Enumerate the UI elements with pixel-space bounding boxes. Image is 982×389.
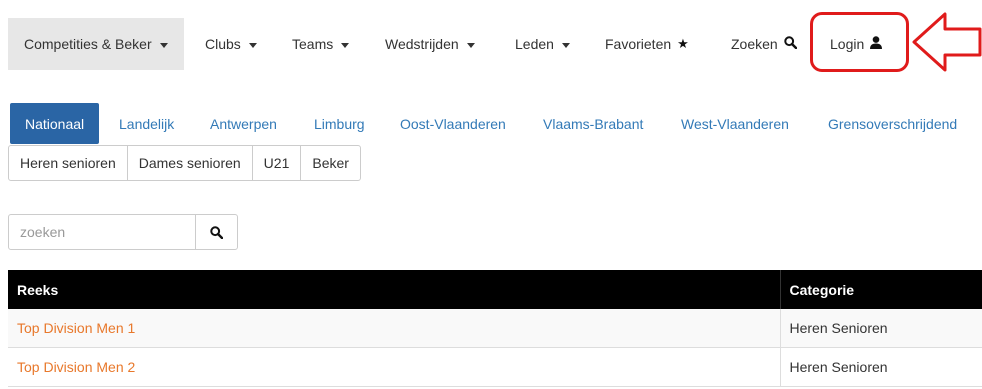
- search-button[interactable]: [195, 214, 238, 250]
- table-cell-reeks: Top Division Men 1: [8, 309, 780, 348]
- nav-label: Competities & Beker: [24, 36, 152, 52]
- login-highlight-box: [810, 12, 909, 72]
- search-icon: [210, 225, 223, 239]
- search-icon: [784, 36, 797, 52]
- top-navbar: Competities & Beker Clubs Teams Wedstrij…: [0, 0, 982, 90]
- nav-favorieten[interactable]: Favorieten ★: [605, 18, 689, 70]
- nav-label: Wedstrijden: [385, 36, 459, 52]
- caret-down-icon: [248, 42, 257, 48]
- star-icon: ★: [677, 36, 689, 51]
- region-tab-antwerpen[interactable]: Antwerpen: [210, 103, 277, 144]
- table-header-row: Reeks Categorie: [8, 270, 982, 309]
- caret-down-icon: [159, 42, 168, 48]
- region-label: West-Vlaanderen: [681, 115, 789, 132]
- category-heren-senioren-button[interactable]: Heren senioren: [8, 145, 128, 181]
- series-table: Reeks Categorie Top Division Men 1 Heren…: [8, 270, 982, 387]
- region-label: Nationaal: [25, 115, 85, 132]
- region-tab-west-vlaanderen[interactable]: West-Vlaanderen: [681, 103, 789, 144]
- nav-label: Favorieten: [605, 36, 672, 52]
- table-row: Top Division Men 1 Heren Senioren: [8, 309, 982, 348]
- caret-down-icon: [561, 42, 570, 48]
- pointer-arrow-icon: [912, 12, 982, 72]
- column-header-reeks[interactable]: Reeks: [8, 270, 780, 309]
- nav-leden[interactable]: Leden: [515, 18, 570, 70]
- region-label: Vlaams-Brabant: [543, 115, 644, 132]
- region-label: Landelijk: [119, 115, 175, 132]
- caret-down-icon: [341, 42, 350, 48]
- region-tab-oost-vlaanderen[interactable]: Oost-Vlaanderen: [400, 103, 506, 144]
- region-label: Antwerpen: [210, 115, 277, 132]
- category-dames-senioren-button[interactable]: Dames senioren: [126, 145, 253, 181]
- nav-label: Teams: [292, 36, 334, 52]
- table-cell-reeks: Top Division Men 2: [8, 347, 780, 387]
- region-tab-vlaams-brabant[interactable]: Vlaams-Brabant: [543, 103, 643, 144]
- caret-down-icon: [466, 42, 475, 48]
- nav-zoeken[interactable]: Zoeken: [731, 18, 797, 70]
- nav-competities-beker[interactable]: Competities & Beker: [8, 18, 184, 70]
- region-tab-landelijk[interactable]: Landelijk: [119, 103, 174, 144]
- nav-clubs[interactable]: Clubs: [205, 18, 257, 70]
- category-button-group: Heren senioren Dames senioren U21 Beker: [8, 145, 361, 181]
- region-tab-limburg[interactable]: Limburg: [314, 103, 365, 144]
- category-beker-button[interactable]: Beker: [300, 145, 361, 181]
- series-link[interactable]: Top Division Men 2: [17, 359, 135, 375]
- nav-label: Clubs: [205, 36, 241, 52]
- region-label: Grensoverschrijdend: [828, 115, 958, 132]
- region-label: Oost-Vlaanderen: [400, 115, 506, 132]
- nav-wedstrijden[interactable]: Wedstrijden: [385, 18, 475, 70]
- column-header-categorie[interactable]: Categorie: [779, 270, 982, 309]
- nav-label: Zoeken: [731, 36, 778, 52]
- table-cell-categorie: Heren Senioren: [779, 347, 982, 387]
- table-cell-categorie: Heren Senioren: [779, 309, 982, 348]
- nav-label: Leden: [515, 36, 554, 52]
- search-input[interactable]: [8, 214, 196, 250]
- nav-teams[interactable]: Teams: [292, 18, 350, 70]
- category-u21-button[interactable]: U21: [251, 145, 302, 181]
- region-tab-grensoverschrijdend[interactable]: Grensoverschrijdend: [828, 103, 957, 144]
- region-tab-nationaal[interactable]: Nationaal: [10, 103, 100, 144]
- series-link[interactable]: Top Division Men 1: [17, 320, 135, 336]
- table-row: Top Division Men 2 Heren Senioren: [8, 347, 982, 387]
- region-label: Limburg: [314, 115, 365, 132]
